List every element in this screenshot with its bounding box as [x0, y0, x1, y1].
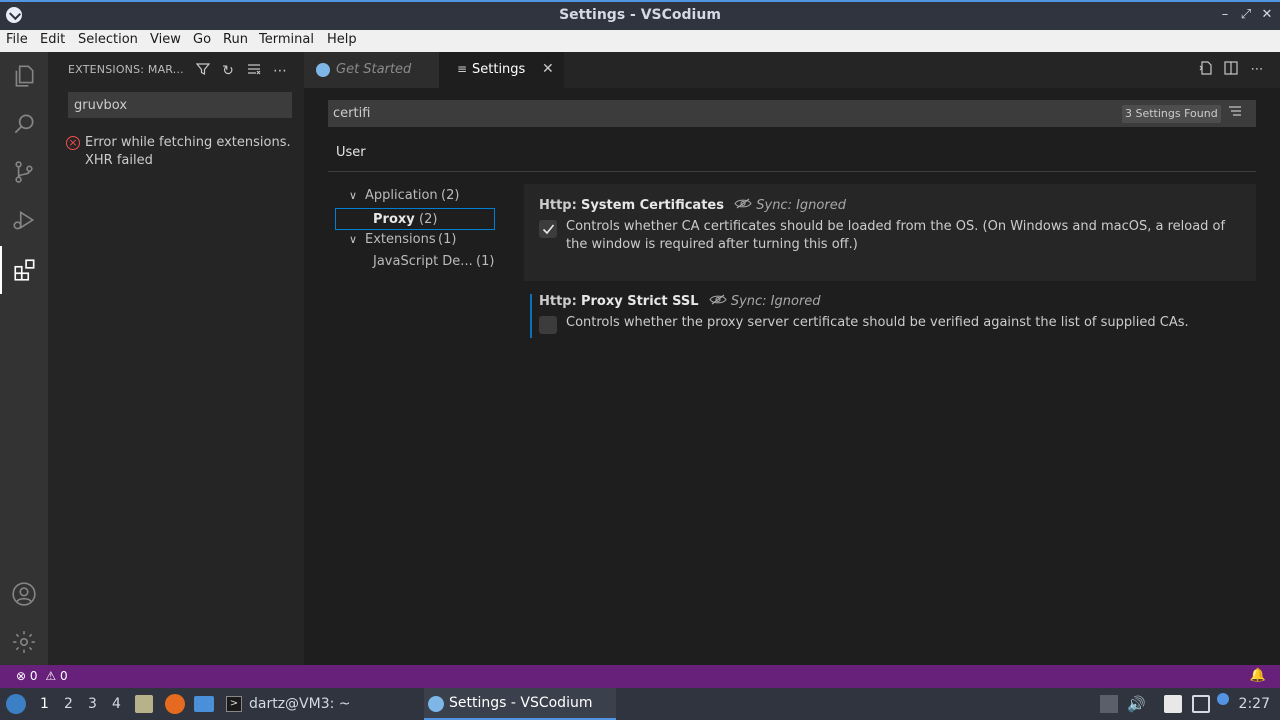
scope-divider [328, 171, 1256, 172]
menu-go[interactable]: Go [193, 32, 211, 47]
sync-ignored-label: Sync: Ignored [709, 294, 821, 309]
error-status-icon: ⊗ [16, 669, 27, 683]
source-control-icon[interactable] [0, 148, 48, 196]
chevron-down-icon: ∨ [348, 189, 358, 202]
settings-file-icon: ≡ [457, 62, 468, 76]
split-editor-icon[interactable] [1222, 61, 1240, 79]
workspace-4[interactable]: 4 [112, 696, 121, 712]
clear-list-icon[interactable] [245, 62, 263, 80]
workspace-2[interactable]: 2 [64, 696, 73, 712]
toc-javascript-debugger[interactable]: JavaScript De... (1) [373, 251, 503, 273]
problems-indicator[interactable]: ⊗ 0 ⚠ 0 [16, 669, 68, 683]
chevron-down-icon: ∨ [348, 233, 358, 246]
menu-edit[interactable]: Edit [40, 32, 65, 47]
sync-ignored-label: Sync: Ignored [734, 198, 846, 213]
menu-help[interactable]: Help [327, 32, 357, 47]
status-bar: ⊗ 0 ⚠ 0 🔔 [0, 665, 1280, 688]
menu-run[interactable]: Run [223, 32, 248, 47]
window-titlebar: Settings - VSCodium – ⤢ ✕ [0, 0, 1280, 30]
extensions-icon[interactable] [0, 246, 48, 294]
menu-terminal[interactable]: Terminal [259, 32, 314, 47]
error-message: Error while fetching extensions. XHR fai… [85, 135, 291, 168]
settings-search-input[interactable] [328, 100, 1256, 127]
tab-get-started[interactable]: Get Started [304, 52, 439, 88]
os-taskbar: 1 2 3 4 > dartz@VM3: ~ Settings - VSCodi… [0, 688, 1280, 720]
setting-description: Controls whether CA certificates should … [566, 219, 1226, 252]
clock: 2:27 [1238, 696, 1270, 712]
restore-icon[interactable]: ⤢ [1237, 6, 1255, 24]
more-editor-actions-icon[interactable]: ⋯ [1248, 61, 1266, 79]
close-window-icon[interactable]: ✕ [1258, 6, 1276, 24]
menu-view[interactable]: View [150, 32, 181, 47]
setting-description: Controls whether the proxy server certif… [566, 315, 1189, 330]
volume-icon[interactable]: 🔊 [1127, 695, 1146, 713]
toc-proxy[interactable]: Proxy (2) [335, 208, 495, 230]
setting-title: Http: System Certificates Sync: Ignored [539, 198, 846, 213]
checkmark-icon [542, 224, 555, 235]
accounts-icon[interactable] [0, 570, 48, 618]
tray-updates-icon[interactable] [1100, 695, 1118, 713]
filter-icon[interactable] [194, 62, 212, 80]
activity-bar [0, 52, 48, 665]
focus-indicator [530, 294, 532, 338]
sync-ignored-icon [709, 294, 727, 305]
file-manager-icon[interactable] [135, 695, 153, 713]
sidebar-header: EXTENSIONS: MAR... [68, 63, 184, 76]
more-actions-icon[interactable]: ⋯ [271, 62, 289, 80]
close-tab-icon[interactable]: ✕ [542, 61, 554, 77]
desktop-icon[interactable] [194, 696, 214, 712]
minimize-icon[interactable]: – [1216, 6, 1234, 24]
network-icon[interactable] [1192, 695, 1210, 713]
menu-bar: File Edit Selection View Go Run Terminal… [0, 30, 1280, 52]
window-title: Settings - VSCodium [559, 7, 721, 23]
tab-label: Settings [472, 62, 526, 77]
workspace-3[interactable]: 3 [88, 696, 97, 712]
setting-title: Http: Proxy Strict SSL Sync: Ignored [539, 294, 821, 309]
menu-file[interactable]: File [6, 32, 28, 47]
warning-status-icon: ⚠ [45, 669, 57, 683]
scope-tab-user[interactable]: User [328, 138, 374, 172]
sync-ignored-icon [734, 198, 752, 209]
tab-settings[interactable]: ≡ Settings ✕ [439, 52, 564, 88]
notification-dot-icon[interactable] [1217, 693, 1229, 705]
extensions-sidebar: EXTENSIONS: MAR... ↻ ⋯ × Error while fet… [48, 52, 304, 665]
open-settings-json-icon[interactable] [1197, 61, 1215, 79]
clipboard-icon[interactable] [1164, 695, 1182, 713]
workspace-1[interactable]: 1 [40, 696, 49, 712]
editor-tabs: Get Started ≡ Settings ✕ ⋯ [304, 52, 1280, 88]
search-icon[interactable] [0, 100, 48, 148]
proxy-strict-ssl-checkbox[interactable] [539, 316, 557, 334]
system-certificates-checkbox[interactable] [539, 220, 557, 238]
tab-label: Get Started [336, 62, 412, 77]
start-menu-icon[interactable] [6, 694, 26, 714]
explorer-icon[interactable] [0, 52, 48, 100]
taskbar-vscodium-window[interactable]: Settings - VSCodium [424, 688, 616, 720]
vscodium-tab-icon [316, 63, 330, 77]
error-icon: × [66, 136, 80, 150]
terminal-icon: > [226, 696, 242, 712]
run-debug-icon[interactable] [0, 196, 48, 244]
extensions-search-input[interactable] [68, 92, 292, 118]
filter-settings-icon[interactable] [1226, 104, 1244, 122]
settings-found-count: 3 Settings Found [1122, 105, 1221, 123]
refresh-icon[interactable]: ↻ [219, 62, 237, 80]
firefox-icon[interactable] [165, 694, 185, 714]
notifications-bell-icon[interactable]: 🔔 [1250, 668, 1266, 683]
settings-editor: 3 Settings Found User ∨ Application (2) … [304, 88, 1280, 665]
manage-gear-icon[interactable] [0, 618, 48, 666]
vscodium-taskbar-icon [428, 696, 444, 712]
menu-selection[interactable]: Selection [78, 32, 138, 47]
